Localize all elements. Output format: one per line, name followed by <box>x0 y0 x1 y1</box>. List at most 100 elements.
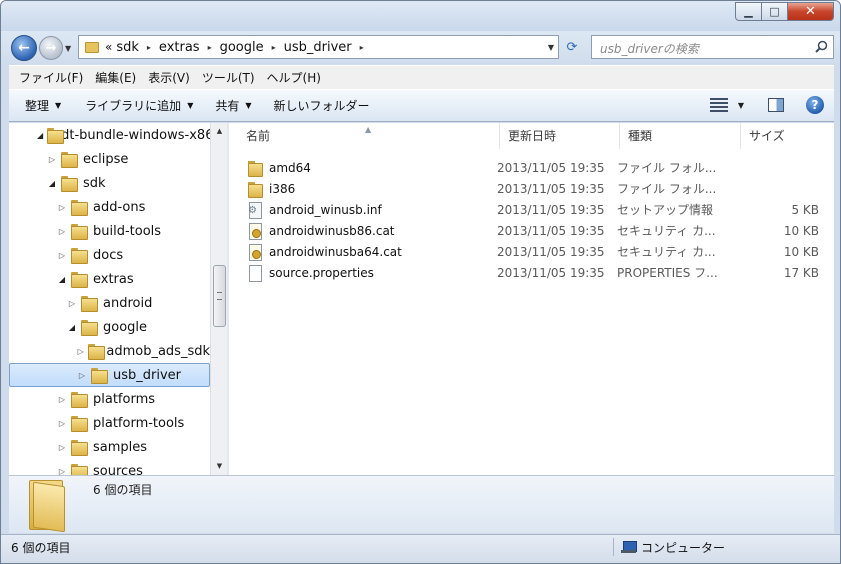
tree-item-label: sdk <box>83 175 106 191</box>
breadcrumb-extras[interactable]: extras <box>159 40 200 55</box>
breadcrumb-sdk[interactable]: sdk <box>116 40 139 55</box>
refresh-button[interactable]: ⟳ <box>563 39 581 57</box>
organize-button[interactable]: 整理 ▼ <box>9 97 70 114</box>
tree-item-sdk[interactable]: ◢ sdk <box>9 171 210 195</box>
chevron-right-icon[interactable]: ▸ <box>360 43 364 52</box>
menu-tools[interactable]: ツール(T) <box>196 69 261 86</box>
expand-arrow-icon[interactable]: ▷ <box>57 395 67 404</box>
tree-item-extras[interactable]: ◢ extras <box>9 267 210 291</box>
breadcrumb-usb-driver[interactable]: usb_driver <box>284 40 352 55</box>
scroll-up-arrow-icon[interactable]: ▲ <box>211 123 228 140</box>
scroll-down-arrow-icon[interactable]: ▼ <box>211 458 228 475</box>
breadcrumb-google[interactable]: google <box>220 40 264 55</box>
expand-arrow-icon[interactable]: ▷ <box>77 347 84 356</box>
expand-arrow-icon[interactable]: ▷ <box>67 299 77 308</box>
menu-edit[interactable]: 編集(E) <box>89 69 142 86</box>
minimize-button[interactable]: ▁ <box>735 2 762 21</box>
expand-arrow-icon[interactable]: ▷ <box>47 155 57 164</box>
status-location: コンピューター <box>621 539 725 556</box>
file-type: ファイル フォル... <box>617 161 717 175</box>
include-in-library-button[interactable]: ライブラリに追加 ▼ <box>76 97 202 114</box>
expand-arrow-icon[interactable]: ◢ <box>37 131 43 140</box>
expand-arrow-icon[interactable]: ◢ <box>57 275 67 284</box>
chevron-right-icon[interactable]: ▸ <box>208 43 212 52</box>
preview-pane-icon[interactable] <box>768 98 784 112</box>
folder-icon <box>61 176 78 192</box>
address-dropdown-icon[interactable]: ▼ <box>548 43 554 52</box>
recent-pages-dropdown-icon[interactable]: ▼ <box>65 44 71 53</box>
column-header-label: 名前 <box>246 129 271 143</box>
change-view-icon[interactable] <box>709 98 728 112</box>
expand-arrow-icon[interactable]: ▷ <box>57 203 67 212</box>
tree-item-add-ons[interactable]: ▷ add-ons <box>9 195 210 219</box>
file-row-androidwinusb86-cat[interactable]: androidwinusb86.cat 2013/11/05 19:35 セキュ… <box>239 220 829 241</box>
expand-arrow-icon[interactable]: ▷ <box>77 371 87 380</box>
chevron-right-icon[interactable]: ▸ <box>272 43 276 52</box>
column-header-type[interactable]: 種類 <box>620 123 741 149</box>
tree-item-android[interactable]: ▷ android <box>9 291 210 315</box>
folder-icon <box>61 152 78 168</box>
expand-arrow-icon[interactable]: ◢ <box>67 323 77 332</box>
file-name: android_winusb.inf <box>269 202 382 217</box>
scrollbar-thumb[interactable] <box>213 265 226 327</box>
breadcrumb-overflow[interactable]: « <box>105 40 112 54</box>
expand-arrow-icon[interactable]: ▷ <box>57 467 67 476</box>
file-name: i386 <box>269 181 296 196</box>
tree-item-docs[interactable]: ▷ docs <box>9 243 210 267</box>
file-row-source-properties[interactable]: source.properties 2013/11/05 19:35 PROPE… <box>239 262 829 283</box>
document-icon <box>247 264 263 282</box>
menu-view[interactable]: 表示(V) <box>142 69 196 86</box>
computer-icon <box>621 541 637 554</box>
expand-arrow-icon[interactable]: ▷ <box>57 227 67 236</box>
tree-item-adt-bundle[interactable]: ◢ adt-bundle-windows-x86 <box>9 123 210 147</box>
close-button[interactable]: ✕ <box>788 2 834 21</box>
tree-item-google[interactable]: ◢ google <box>9 315 210 339</box>
help-icon[interactable]: ? <box>806 96 824 114</box>
expand-arrow-icon[interactable]: ◢ <box>47 179 57 188</box>
address-bar[interactable]: « sdk ▸ extras ▸ google ▸ usb_driver ▸ ▼ <box>78 35 559 59</box>
tree-item-label: usb_driver <box>113 367 182 383</box>
expand-arrow-icon[interactable]: ▷ <box>57 443 67 452</box>
expand-arrow-icon[interactable]: ▷ <box>57 419 67 428</box>
file-row-i386[interactable]: i386 2013/11/05 19:35 ファイル フォル... <box>239 178 829 199</box>
column-header-size[interactable]: サイズ <box>741 123 821 149</box>
back-button[interactable]: ← <box>11 35 37 61</box>
share-button[interactable]: 共有 ▼ <box>206 97 260 114</box>
security-catalog-icon <box>247 222 263 240</box>
folder-icon <box>247 160 263 177</box>
search-input[interactable]: usb_driverの検索 <box>591 35 834 59</box>
tree-item-admob-ads-sdk[interactable]: ▷ admob_ads_sdk <box>9 339 210 363</box>
new-folder-button[interactable]: 新しいフォルダー <box>265 97 379 114</box>
tree-item-eclipse[interactable]: ▷ eclipse <box>9 147 210 171</box>
menu-help[interactable]: ヘルプ(H) <box>261 69 327 86</box>
tree-item-platforms[interactable]: ▷ platforms <box>9 387 210 411</box>
tree-item-samples[interactable]: ▷ samples <box>9 435 210 459</box>
folder-icon <box>71 464 88 475</box>
column-header-name[interactable]: ▲ 名前 <box>229 123 500 149</box>
status-divider <box>613 538 614 556</box>
file-name: androidwinusba64.cat <box>269 244 402 259</box>
navigation-pane-scrollbar[interactable]: ▲ ▼ <box>210 123 227 475</box>
menu-file[interactable]: ファイル(F) <box>13 69 89 86</box>
maximize-button[interactable]: □ <box>762 2 788 21</box>
view-options-dropdown-icon[interactable]: ▼ <box>738 101 744 110</box>
tree-item-platform-tools[interactable]: ▷ platform-tools <box>9 411 210 435</box>
chevron-right-icon[interactable]: ▸ <box>147 43 151 52</box>
file-type: PROPERTIES フ... <box>617 266 718 280</box>
file-name-cell: android_winusb.inf <box>239 201 497 219</box>
file-row-androidwinusba64-cat[interactable]: androidwinusba64.cat 2013/11/05 19:35 セキ… <box>239 241 829 262</box>
file-list[interactable]: ▲ 名前 更新日時 種類 サイズ amd64 2013/11/05 19:35 … <box>229 123 834 475</box>
search-icon[interactable] <box>815 40 828 53</box>
tree-item-usb-driver[interactable]: ▷ usb_driver <box>9 363 210 387</box>
file-row-android-winusb-inf[interactable]: android_winusb.inf 2013/11/05 19:35 セットア… <box>239 199 829 220</box>
title-bar[interactable]: ▁ □ ✕ <box>1 1 840 31</box>
navigation-pane[interactable]: ◢ adt-bundle-windows-x86 ▷ eclipse ◢ sdk… <box>9 123 210 475</box>
column-header-date[interactable]: 更新日時 <box>500 123 620 149</box>
tree-item-build-tools[interactable]: ▷ build-tools <box>9 219 210 243</box>
file-row-amd64[interactable]: amd64 2013/11/05 19:35 ファイル フォル... <box>239 157 829 178</box>
expand-arrow-icon[interactable]: ▷ <box>57 251 67 260</box>
organize-label: 整理 <box>25 99 50 113</box>
file-type: セキュリティ カ... <box>617 245 716 259</box>
forward-button[interactable]: → <box>39 36 63 60</box>
tree-item-sources[interactable]: ▷ sources <box>9 459 210 475</box>
